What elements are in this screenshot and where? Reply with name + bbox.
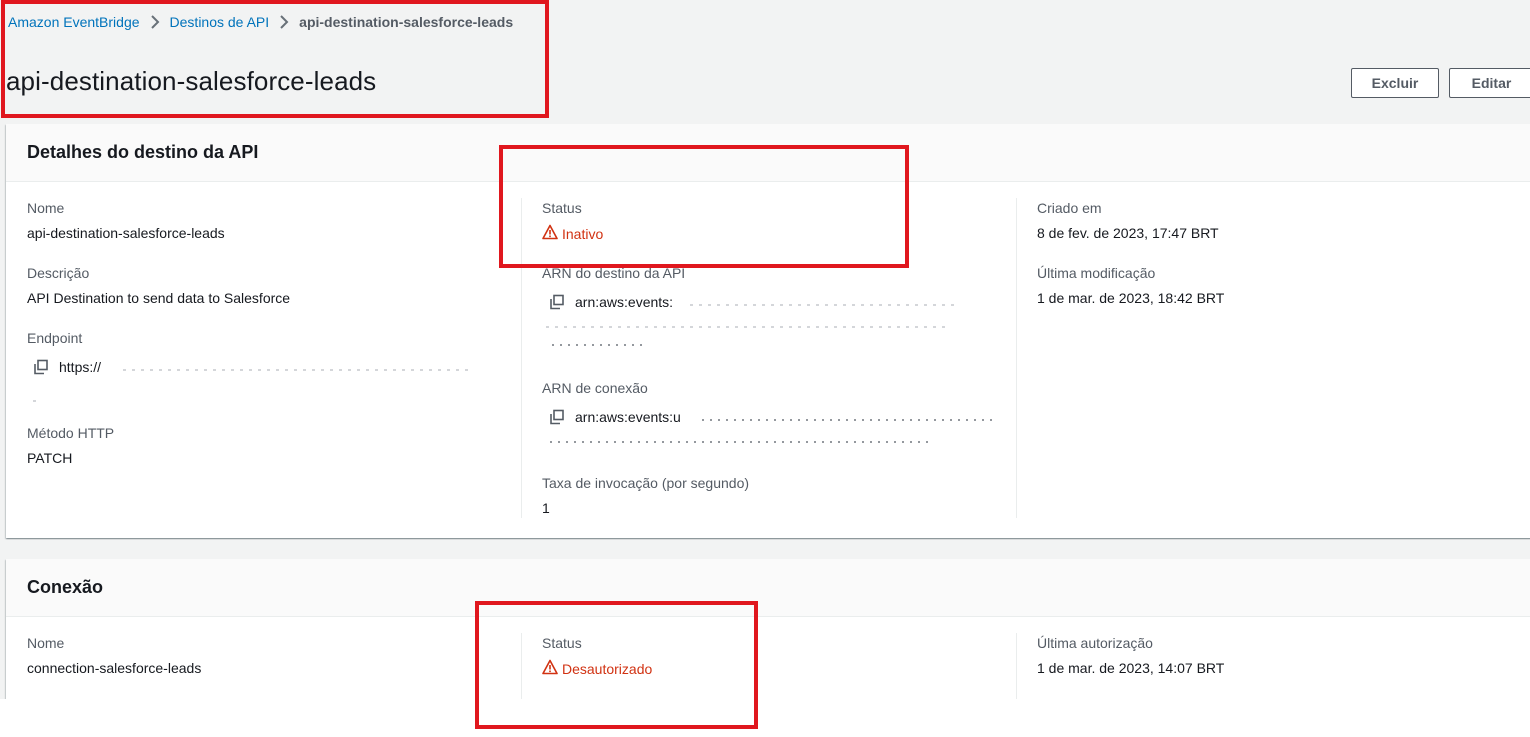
redacted-text [550,441,930,443]
delete-button[interactable]: Excluir [1351,68,1439,98]
connection-status-value: Desautorizado [562,660,653,677]
name-value: api-destination-salesforce-leads [27,225,225,241]
name-label: Nome [27,200,65,216]
copy-icon[interactable] [549,409,565,425]
details-column-2: Status Inativo ARN do destino da API arn… [521,198,1016,518]
api-destination-details-panel: Detalhes do destino da API Nome api-dest… [6,124,1530,538]
connection-name-label: Nome [27,635,65,651]
connection-arn-value: arn:aws:events:u [575,409,681,425]
api-destination-arn-label: ARN do destino da API [542,265,686,281]
last-authorization-value: 1 de mar. de 2023, 14:07 BRT [1037,660,1225,676]
created-value: 8 de fev. de 2023, 17:47 BRT [1037,225,1219,241]
chevron-right-icon [140,15,170,29]
status-unauthorized: Desautorizado [542,659,652,678]
page-footer-area [0,699,1530,737]
redacted-text [702,419,992,421]
panel-header: Detalhes do destino da API [6,124,1530,182]
http-method-label: Método HTTP [27,425,115,441]
breadcrumb-current: api-destination-salesforce-leads [299,14,514,30]
http-method-value: PATCH [27,450,73,466]
endpoint-label: Endpoint [27,330,83,346]
last-authorization-label: Última autorização [1037,635,1153,651]
redacted-text [546,326,946,328]
status-label: Status [542,200,582,216]
invocation-rate-value: 1 [542,500,550,516]
breadcrumb: Amazon EventBridge Destinos de API api-d… [8,14,513,30]
invocation-rate-label: Taxa de invocação (por segundo) [542,475,750,491]
connection-arn-label: ARN de conexão [542,380,648,396]
status-inactive: Inativo [542,224,603,243]
endpoint-copy-row: https:// [33,359,101,375]
created-label: Criado em [1037,200,1102,216]
copy-icon[interactable] [549,294,565,310]
panel-title: Detalhes do destino da API [27,142,259,162]
last-modified-value: 1 de mar. de 2023, 18:42 BRT [1037,290,1225,306]
status-value: Inativo [562,225,604,242]
copy-icon[interactable] [33,359,49,375]
details-column-3: Criado em 8 de fev. de 2023, 17:47 BRT Ú… [1016,198,1516,518]
endpoint-value: https:// [59,359,102,375]
description-label: Descrição [27,265,90,281]
last-modified-label: Última modificação [1037,265,1156,281]
panel-title: Conexão [27,577,104,597]
description-value: API Destination to send data to Salesfor… [27,290,291,306]
connection-column-2: Status Desautorizado [521,633,1016,699]
breadcrumb-eventbridge-link[interactable]: Amazon EventBridge [8,14,140,30]
warning-icon [542,659,558,678]
api-destination-arn-copy-row: arn:aws:events: [549,294,673,310]
connection-status-label: Status [542,635,582,651]
panel-header: Conexão [6,559,1530,617]
details-column-1: Nome api-destination-salesforce-leads De… [27,182,521,538]
connection-name-value: connection-salesforce-leads [27,660,202,676]
connection-arn-copy-row: arn:aws:events:u [549,409,681,425]
connection-column-3: Última autorização 1 de mar. de 2023, 14… [1016,633,1516,699]
edit-button[interactable]: Editar [1449,68,1530,98]
page-title: api-destination-salesforce-leads [6,66,377,96]
chevron-right-icon [269,15,299,29]
api-destination-arn-value: arn:aws:events: [575,294,674,310]
redacted-text [33,400,41,402]
warning-icon [542,224,558,243]
breadcrumb-api-destinations-link[interactable]: Destinos de API [170,14,270,30]
redacted-text [690,304,960,306]
redacted-text [552,344,647,346]
redacted-text [123,369,473,371]
